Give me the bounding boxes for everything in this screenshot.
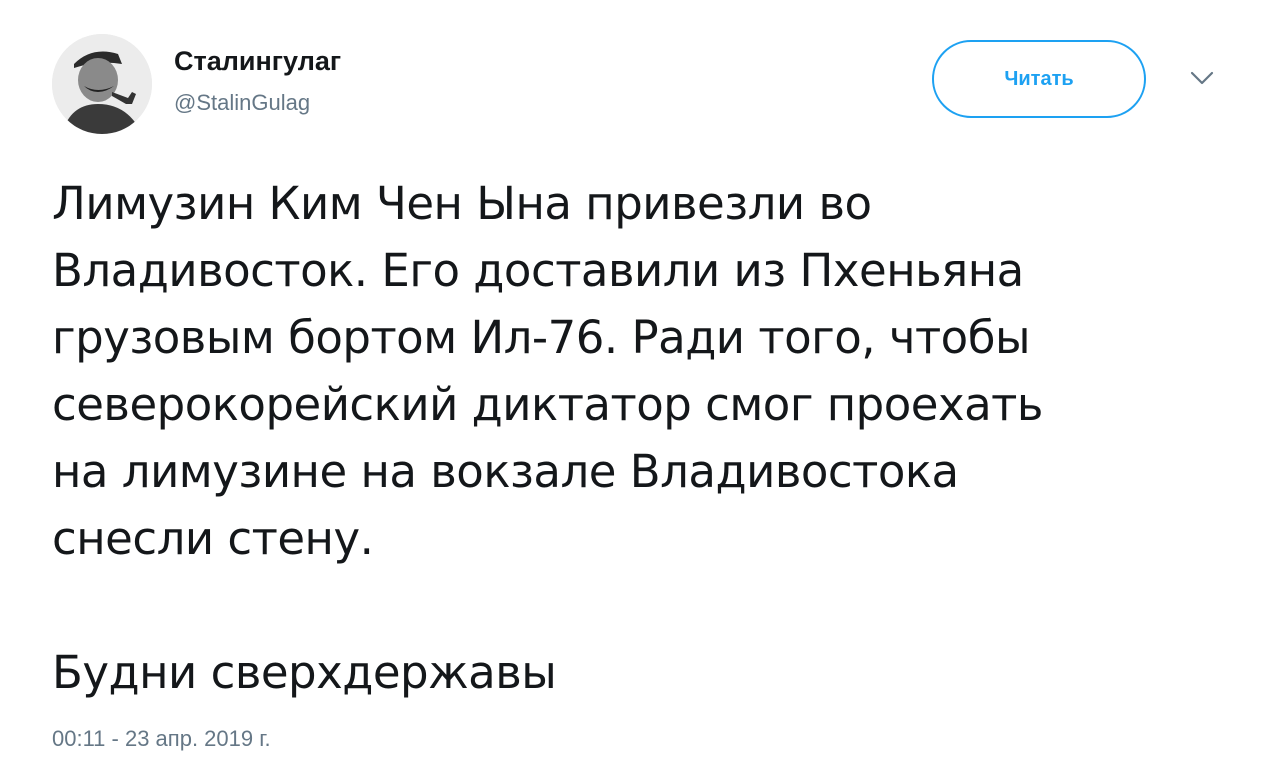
tweet-card: Сталингулаг @StalinGulag Читать Лимузин … — [0, 0, 1280, 780]
avatar[interactable] — [52, 34, 152, 134]
tweet-timestamp[interactable]: 00:11 - 23 апр. 2019 г. — [52, 726, 271, 752]
chevron-down-icon[interactable] — [1188, 68, 1216, 90]
follow-button[interactable]: Читать — [932, 40, 1146, 118]
follow-button-label: Читать — [1004, 67, 1074, 90]
tweet-text: Лимузин Ким Чен Ына привезли во Владивос… — [52, 177, 1043, 699]
user-handle[interactable]: @StalinGulag — [174, 90, 310, 116]
display-name[interactable]: Сталингулаг — [174, 46, 341, 77]
portrait-icon — [52, 34, 152, 134]
